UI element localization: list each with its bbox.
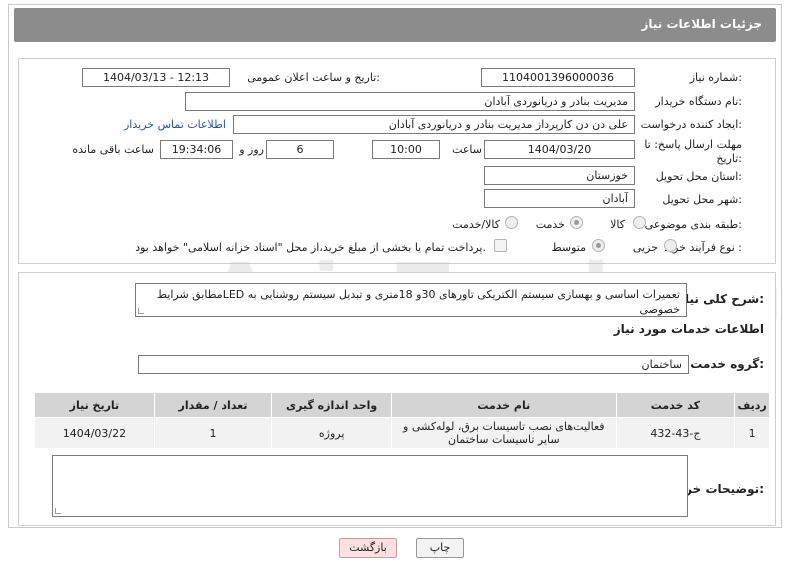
creator-field[interactable]: علی دن دن کارپرداز مدیریت بنادر و دریانو… [233, 115, 635, 134]
buyer-org-field[interactable]: مدیریت بنادر و دریانوردی آبادان [185, 92, 635, 111]
need-number-field[interactable]: 1104001396000036 [481, 68, 635, 87]
city-label: شهر محل تحویل: [662, 193, 742, 206]
cell-date: 1404/03/22 [34, 417, 155, 449]
col-date: تاریخ نیاز [34, 392, 155, 418]
category-label: طبقه بندی موضوعی: [644, 218, 742, 231]
category-radio-goods-service[interactable] [505, 216, 518, 229]
announce-datetime-field[interactable]: 1404/03/13 - 12:13 [82, 68, 230, 87]
cell-code: ج-43-432 [615, 417, 736, 449]
deadline-label-line2: تاریخ: [716, 152, 742, 165]
service-group-label: گروه خدمت: [690, 357, 764, 371]
cell-unit: پروژه [271, 417, 393, 449]
remaining-time-field[interactable]: 19:34:06 [160, 140, 233, 159]
deadline-label-line1: مهلت ارسال پاسخ: تا [644, 138, 742, 151]
summary-text: تعمیرات اساسی و بهسازی سیستم الکتریکی تا… [156, 288, 680, 316]
summary-label: شرح کلی نیاز: [678, 292, 764, 306]
service-group-field[interactable]: ساختمان [138, 355, 689, 374]
city-field[interactable]: آبادان [484, 189, 635, 208]
summary-textarea[interactable]: تعمیرات اساسی و بهسازی سیستم الکتریکی تا… [135, 283, 687, 317]
buyer-org-label: نام دستگاه خریدار: [655, 95, 742, 108]
back-button[interactable]: بازگشت [339, 538, 397, 558]
deadline-date-field[interactable]: 1404/03/20 [484, 140, 635, 159]
col-qty: تعداد / مقدار [153, 392, 273, 418]
days-label: روز و [239, 143, 264, 156]
table-header-row: ردیف کد خدمت نام خدمت واحد اندازه گیری ت… [34, 392, 770, 418]
services-section-title: اطلاعات خدمات مورد نیاز [613, 322, 764, 336]
col-row: ردیف [734, 392, 770, 418]
resize-handle-icon[interactable] [138, 308, 144, 314]
col-name: نام خدمت [391, 392, 617, 418]
col-code: کد خدمت [615, 392, 736, 418]
category-radio-goods[interactable] [633, 216, 646, 229]
province-label: استان محل تحویل: [655, 170, 742, 183]
need-info-panel [18, 58, 776, 264]
cell-qty: 1 [153, 417, 273, 449]
remaining-label: ساعت باقی مانده [72, 143, 154, 156]
remaining-days-field[interactable]: 6 [266, 140, 334, 159]
buyer-contact-link[interactable]: اطلاعات تماس خریدار [124, 118, 226, 131]
print-button[interactable]: چاپ [416, 538, 464, 558]
page-title: جزئیات اطلاعات نیاز [641, 17, 762, 31]
creator-label: ایجاد کننده درخواست: [640, 118, 742, 131]
services-table: ردیف کد خدمت نام خدمت واحد اندازه گیری ت… [34, 392, 770, 449]
category-option-goods: کالا [610, 218, 625, 231]
table-row: 1 ج-43-432 فعالیت‌های نصب تاسیسات برق، ل… [34, 417, 770, 449]
cell-name: فعالیت‌های نصب تاسیسات برق، لوله‌کشی و س… [391, 417, 617, 449]
need-number-label: شماره نیاز: [689, 71, 742, 84]
category-option-service: خدمت [535, 218, 565, 231]
header-bar: جزئیات اطلاعات نیاز [14, 8, 776, 42]
resize-handle-icon[interactable] [55, 508, 61, 514]
category-option-goods-service: کالا/خدمت [452, 218, 500, 231]
cell-row: 1 [734, 417, 770, 449]
buyer-notes-textarea[interactable] [52, 455, 688, 517]
deadline-time-label: ساعت [452, 143, 482, 156]
col-unit: واحد اندازه گیری [271, 392, 393, 418]
category-radio-service[interactable] [570, 216, 583, 229]
deadline-time-field[interactable]: 10:00 [372, 140, 440, 159]
announce-datetime-label: تاریخ و ساعت اعلان عمومی: [247, 71, 380, 84]
province-field[interactable]: خوزستان [484, 166, 635, 185]
